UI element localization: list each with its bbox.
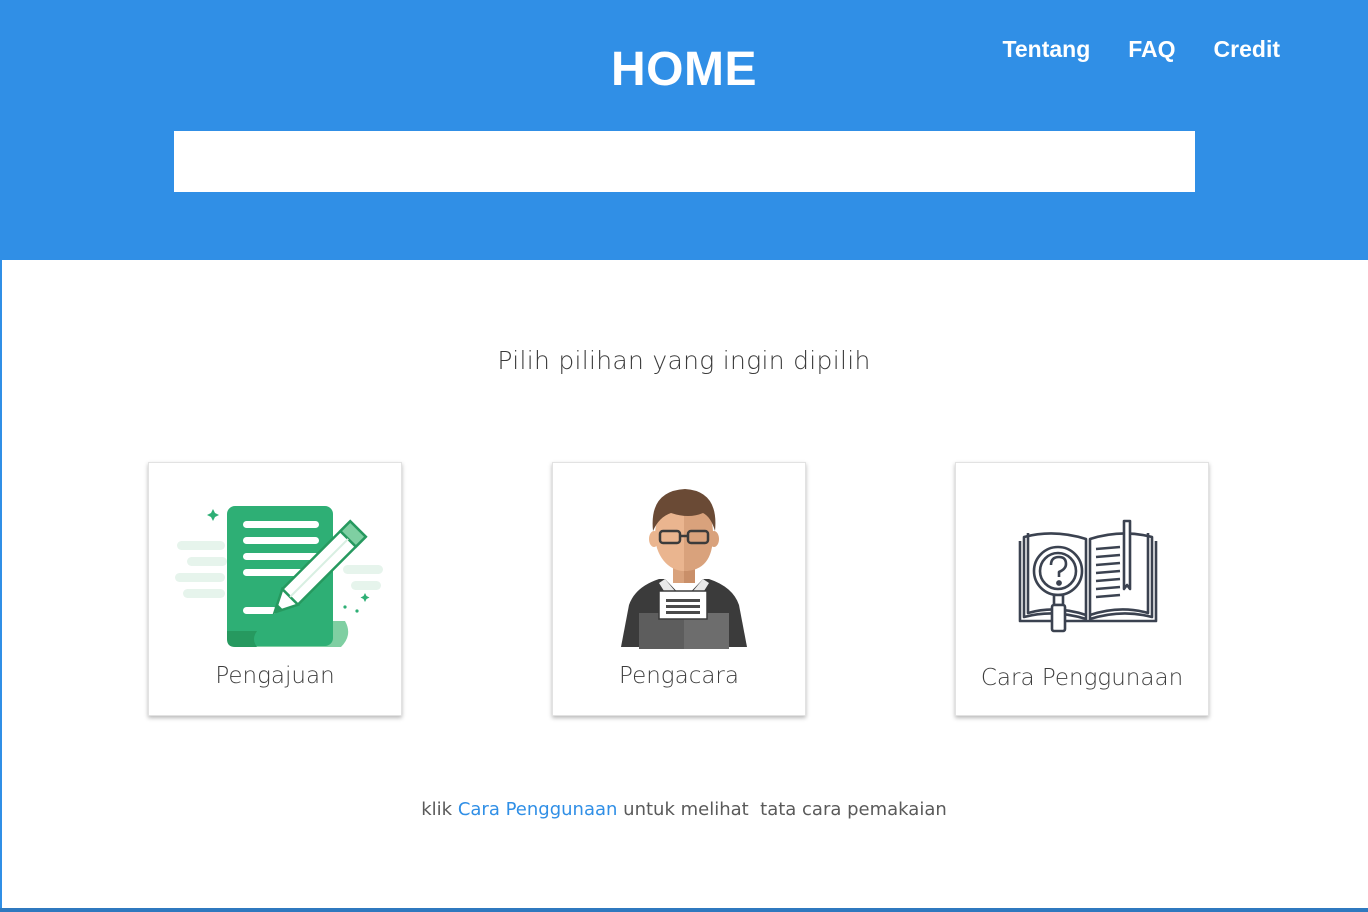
card-label-pengajuan: Pengajuan	[215, 663, 335, 689]
choice-prompt: Pilih pilihan yang ingin dipilih	[497, 346, 871, 375]
header-bar: HOME Tentang FAQ Credit	[0, 0, 1368, 260]
card-pengacara[interactable]: Pengacara	[552, 462, 806, 716]
hint-suffix: untuk melihat tata cara pemakaian	[623, 799, 947, 820]
page-border-bottom	[0, 908, 1368, 912]
hint-prefix: klik	[421, 799, 453, 820]
lawyer-icon	[621, 489, 747, 649]
nav-link-credit[interactable]: Credit	[1214, 36, 1280, 63]
book-question-icon	[1018, 519, 1158, 633]
usage-hint: klik Cara Penggunaan untuk melihat tata …	[0, 799, 1368, 820]
top-nav: Tentang FAQ Credit	[1003, 36, 1280, 63]
card-label-pengacara: Pengacara	[619, 663, 739, 689]
hint-link-cara-penggunaan[interactable]: Cara Penggunaan	[458, 799, 618, 820]
nav-link-faq[interactable]: FAQ	[1128, 36, 1175, 63]
card-label-cara-penggunaan: Cara Penggunaan	[980, 665, 1184, 691]
nav-link-tentang[interactable]: Tentang	[1003, 36, 1091, 63]
card-pengajuan[interactable]: Pengajuan	[148, 462, 402, 716]
card-cara-penggunaan[interactable]: Cara Penggunaan	[955, 462, 1209, 716]
document-pencil-icon	[175, 506, 383, 647]
search-input[interactable]	[174, 131, 1195, 192]
